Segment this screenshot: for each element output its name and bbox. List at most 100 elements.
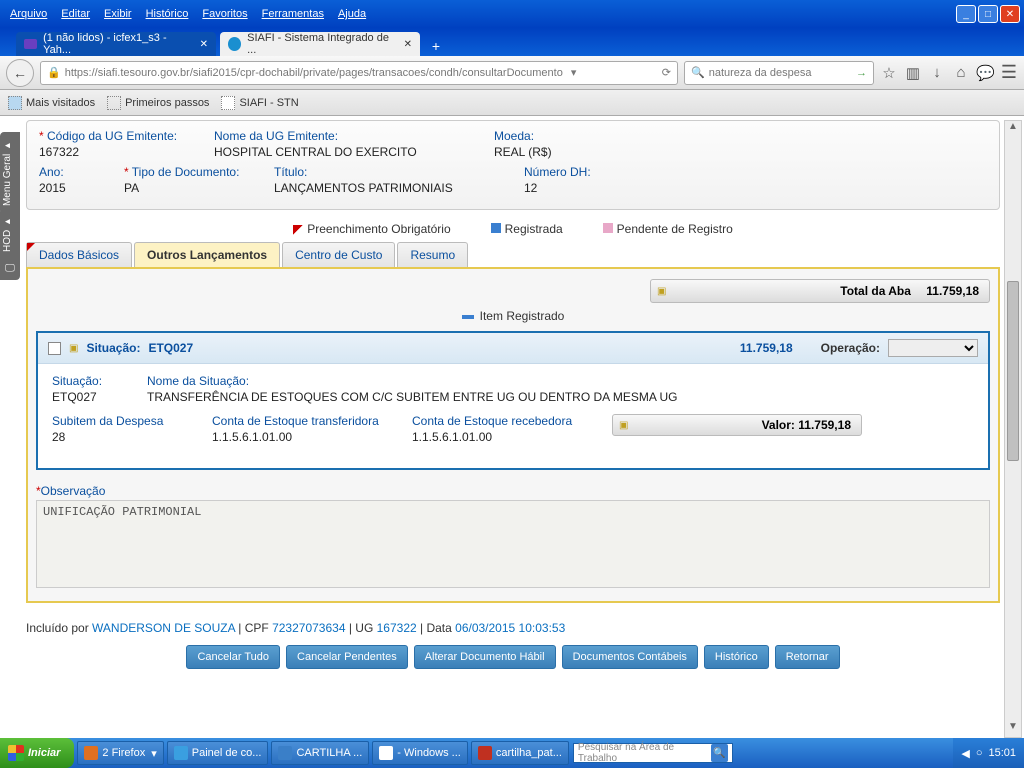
tab-centro-custo[interactable]: Centro de Custo [282, 242, 395, 267]
task-painel[interactable]: Painel de co... [167, 741, 269, 765]
bookmark-mais-visitados[interactable]: Mais visitados [8, 96, 95, 110]
dropdown-icon[interactable]: ▾ [571, 66, 577, 79]
nome-ug-value: HOSPITAL CENTRAL DO EXERCITO [214, 145, 494, 159]
reader-icon[interactable]: ▥ [904, 64, 922, 82]
observacao-label: Observação [36, 484, 990, 498]
search-placeholder: natureza da despesa [709, 67, 812, 79]
search-go-icon[interactable]: → [856, 67, 867, 79]
cancelar-pendentes-button[interactable]: Cancelar Pendentes [286, 645, 408, 669]
new-tab-button[interactable]: + [424, 36, 448, 56]
observacao-textarea[interactable] [36, 500, 990, 588]
documentos-contabeis-button[interactable]: Documentos Contábeis [562, 645, 698, 669]
tab1-close-icon[interactable]: ✕ [200, 39, 208, 50]
codigo-ug-label: Código da UG Emitente: [39, 129, 214, 143]
situacao-head-code: ETQ027 [148, 341, 193, 355]
user-link[interactable]: WANDERSON DE SOUZA [92, 621, 235, 635]
bookmark-icon [8, 96, 22, 110]
menu-ajuda[interactable]: Ajuda [338, 8, 366, 20]
start-button[interactable]: Iniciar [0, 738, 74, 768]
taskbar-search[interactable]: Pesquisar na Área de Trabalho🔍 [573, 743, 733, 763]
browser-tab-1[interactable]: (1 não lidos) - icfex1_s3 - Yah... ✕ [16, 32, 216, 56]
collapse-icon[interactable]: ▣ [69, 343, 78, 354]
scroll-down-icon[interactable]: ▼ [1005, 721, 1021, 737]
scrollbar[interactable]: ▲ ▼ [1004, 120, 1022, 738]
task-windows[interactable]: - Windows ... [372, 741, 468, 765]
url-input[interactable]: 🔒 https://siafi.tesouro.gov.br/siafi2015/… [40, 61, 678, 85]
side-hod[interactable]: HOD ▸ [0, 208, 20, 260]
tipo-doc-value: PA [124, 181, 274, 195]
close-button[interactable]: ✕ [1000, 5, 1020, 23]
menu-favoritos[interactable]: Favoritos [202, 8, 247, 20]
bookmark-siafi[interactable]: SIAFI - STN [221, 96, 298, 110]
side-menu-geral[interactable]: Menu Geral ▸ [0, 132, 20, 214]
browser-tab-2[interactable]: SIAFI - Sistema Integrado de ... ✕ [220, 32, 420, 56]
cpf-link[interactable]: 72327073634 [272, 621, 345, 635]
task-firefox[interactable]: 2 Firefox▾ [77, 741, 163, 765]
menu-exibir[interactable]: Exibir [104, 8, 132, 20]
conta-transf-label: Conta de Estoque transferidora [212, 414, 412, 428]
alterar-documento-button[interactable]: Alterar Documento Hábil [414, 645, 556, 669]
url-text: https://siafi.tesouro.gov.br/siafi2015/c… [65, 67, 563, 79]
search-input[interactable]: 🔍 natureza da despesa → [684, 61, 874, 85]
titulo-label: Título: [274, 165, 524, 179]
menu-ferramentas[interactable]: Ferramentas [262, 8, 324, 20]
valor-bar: Valor: 11.759,18 [612, 414, 862, 436]
back-button[interactable]: ← [6, 59, 34, 87]
ie-icon [174, 746, 188, 760]
globe-icon [228, 37, 241, 51]
bookmark-primeiros-passos[interactable]: Primeiros passos [107, 96, 209, 110]
tab2-label: SIAFI - Sistema Integrado de ... [247, 32, 391, 56]
bookmark-star-icon[interactable]: ☆ [880, 64, 898, 82]
tab-dados-basicos[interactable]: Dados Básicos [26, 242, 132, 267]
tab-resumo[interactable]: Resumo [397, 242, 468, 267]
operacao-select[interactable] [888, 339, 978, 357]
task-pdf[interactable]: cartilha_pat... [471, 741, 569, 765]
tab2-close-icon[interactable]: ✕ [404, 39, 412, 50]
ano-label: Ano: [39, 165, 124, 179]
moeda-label: Moeda: [494, 129, 552, 143]
tray-arrow-icon[interactable]: ◀ [961, 747, 969, 760]
lock-icon: 🔒 [47, 66, 61, 79]
menu-historico[interactable]: Histórico [146, 8, 189, 20]
menu-icon[interactable]: ☰ [1000, 62, 1018, 83]
download-icon[interactable]: ↓ [928, 64, 946, 81]
chat-icon[interactable]: 💬 [976, 64, 994, 82]
data-link[interactable]: 06/03/2015 10:03:53 [455, 621, 565, 635]
tab-outros-lancamentos[interactable]: Outros Lançamentos [134, 242, 280, 267]
word-icon [278, 746, 292, 760]
search-icon: 🔍 [691, 66, 705, 79]
incluido-por: Incluído por WANDERSON DE SOUZA | CPF 72… [26, 621, 1000, 635]
tray-icon[interactable]: ○ [976, 747, 983, 759]
ug-link[interactable]: 167322 [377, 621, 417, 635]
minimize-button[interactable]: _ [956, 5, 976, 23]
taskbar-search-icon[interactable]: 🔍 [711, 744, 728, 762]
side-monitor-icon[interactable]: 🖵 [0, 256, 20, 280]
situacao-checkbox[interactable] [48, 342, 61, 355]
document-header: Código da UG Emitente:167322 Nome da UG … [26, 120, 1000, 210]
menu-arquivo[interactable]: Arquivo [10, 8, 47, 20]
total-aba-bar: Total da Aba 11.759,18 [650, 279, 990, 303]
situacao-panel: ▣ Situação: ETQ027 11.759,18 Operação: S… [36, 331, 990, 470]
tab1-label: (1 não lidos) - icfex1_s3 - Yah... [43, 32, 188, 56]
task-cartilha[interactable]: CARTILHA ... [271, 741, 369, 765]
scrollbar-thumb[interactable] [1007, 281, 1019, 461]
tipo-doc-label: Tipo de Documento: [124, 165, 274, 179]
retornar-button[interactable]: Retornar [775, 645, 840, 669]
nome-ug-label: Nome da UG Emitente: [214, 129, 494, 143]
maximize-button[interactable]: □ [978, 5, 998, 23]
conta-receb-value: 1.1.5.6.1.01.00 [412, 430, 612, 444]
situacao-head-label: Situação: [86, 341, 140, 355]
scroll-up-icon[interactable]: ▲ [1005, 121, 1021, 137]
cancelar-tudo-button[interactable]: Cancelar Tudo [186, 645, 280, 669]
reload-icon[interactable]: ⟳ [662, 66, 671, 79]
numdh-label: Número DH: [524, 165, 591, 179]
titulo-value: LANÇAMENTOS PATRIMONIAIS [274, 181, 524, 195]
historico-button[interactable]: Histórico [704, 645, 769, 669]
clock: 15:01 [988, 747, 1016, 759]
home-icon[interactable]: ⌂ [952, 64, 970, 81]
pdf-icon [478, 746, 492, 760]
bookmark-icon [221, 96, 235, 110]
menu-editar[interactable]: Editar [61, 8, 90, 20]
mail-icon [24, 39, 37, 49]
moeda-value: REAL (R$) [494, 145, 552, 159]
